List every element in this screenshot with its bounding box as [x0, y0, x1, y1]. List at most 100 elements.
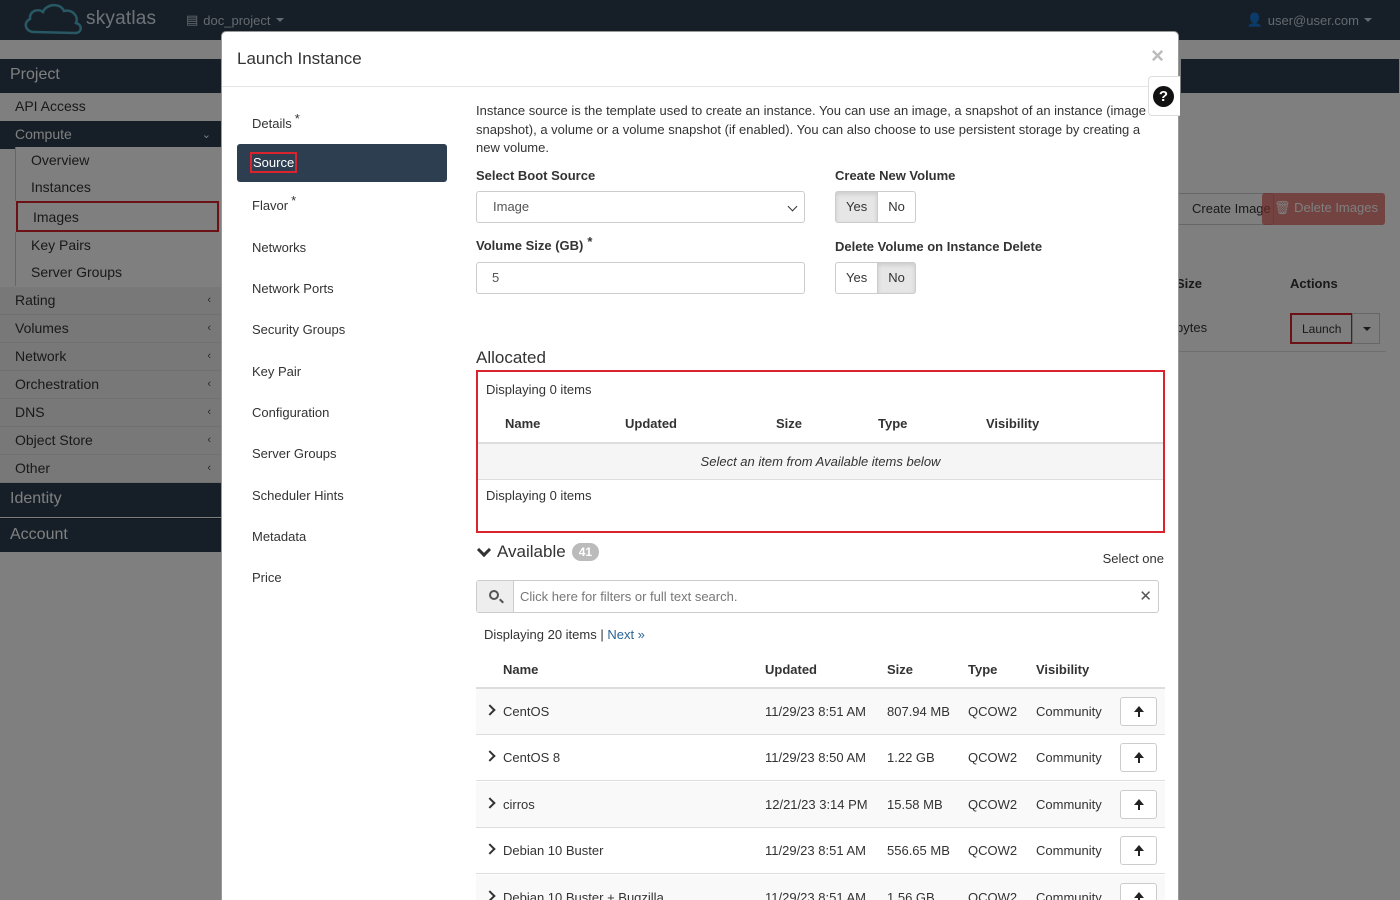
chevron-right-icon[interactable]: [484, 890, 496, 900]
arrow-shaft: [1138, 850, 1140, 856]
available-col-visibility[interactable]: Visibility: [1036, 662, 1089, 677]
wizard-step-source[interactable]: Source: [237, 144, 447, 182]
cell-name: Debian 10 Buster: [503, 843, 604, 858]
chevron-right-icon[interactable]: [484, 797, 496, 809]
chevron-right-icon[interactable]: [484, 750, 496, 762]
available-col-type[interactable]: Type: [968, 662, 997, 677]
cell-name: cirros: [503, 797, 535, 812]
step-label: Source: [250, 152, 298, 173]
table-row[interactable]: CentOS 11/29/23 8:51 AM 807.94 MB QCOW2 …: [476, 689, 1165, 735]
chevron-right-icon[interactable]: [484, 843, 496, 855]
create-volume-label: Create New Volume: [835, 168, 956, 183]
wizard-step-details[interactable]: Details *: [237, 105, 447, 143]
cell-visibility: Community: [1036, 797, 1102, 812]
cell-visibility: Community: [1036, 704, 1102, 719]
table-row[interactable]: cirros 12/21/23 3:14 PM 15.58 MB QCOW2 C…: [476, 782, 1165, 828]
select-value: Image: [493, 199, 530, 214]
chevron-right-icon[interactable]: [484, 704, 496, 716]
allocated-col-type[interactable]: Type: [878, 416, 907, 431]
label-text: Volume Size (GB): [476, 238, 584, 253]
wizard-step-key-pair[interactable]: Key Pair: [237, 353, 447, 391]
allocate-button[interactable]: [1120, 697, 1157, 726]
required-marker: *: [291, 193, 297, 208]
step-label: Network Ports: [252, 281, 334, 296]
modal-header: Launch Instance ×: [222, 32, 1178, 87]
required-marker: *: [294, 111, 300, 126]
available-col-name[interactable]: Name: [503, 662, 538, 677]
cell-updated: 12/21/23 3:14 PM: [765, 797, 868, 812]
available-col-size[interactable]: Size: [887, 662, 913, 677]
allocated-table: Displaying 0 items Name Updated Size Typ…: [476, 370, 1165, 533]
cell-visibility: Community: [1036, 750, 1102, 765]
table-row[interactable]: CentOS 8 11/29/23 8:50 AM 1.22 GB QCOW2 …: [476, 735, 1165, 781]
create-volume-no-button[interactable]: No: [878, 191, 916, 223]
available-title: Available: [497, 542, 566, 561]
available-col-updated[interactable]: Updated: [765, 662, 817, 677]
clear-search-icon[interactable]: ✕: [1139, 587, 1152, 605]
cell-size: 1.22 GB: [887, 750, 935, 765]
cell-updated: 11/29/23 8:51 AM: [765, 843, 866, 858]
table-row[interactable]: Debian 10 Buster 11/29/23 8:51 AM 556.65…: [476, 828, 1165, 874]
step-label: Server Groups: [252, 446, 337, 461]
cell-size: 1.56 GB: [887, 890, 935, 900]
search-addon: [477, 581, 514, 612]
wizard-step-network-ports[interactable]: Network Ports: [237, 270, 447, 308]
allocated-title: Allocated: [476, 348, 546, 367]
allocated-col-name[interactable]: Name: [505, 416, 540, 431]
cell-updated: 11/29/23 8:51 AM: [765, 704, 866, 719]
wizard-step-security-groups[interactable]: Security Groups: [237, 311, 447, 349]
close-icon[interactable]: ×: [1151, 43, 1164, 69]
wizard-step-metadata[interactable]: Metadata: [237, 518, 447, 556]
allocate-button[interactable]: [1120, 790, 1157, 819]
delete-volume-yes-button[interactable]: Yes: [835, 262, 879, 294]
source-description: Instance source is the template used to …: [476, 103, 1146, 155]
available-count-badge: 41: [571, 543, 600, 561]
count-text: Displaying 20 items |: [484, 627, 608, 642]
table-row[interactable]: Debian 10 Buster + Bugzilla 11/29/23 8:5…: [476, 875, 1165, 900]
launch-instance-modal: Launch Instance × ? Details * Source Flav…: [221, 31, 1180, 900]
cell-size: 556.65 MB: [887, 843, 950, 858]
wizard-step-price[interactable]: Price: [237, 559, 447, 597]
allocate-button[interactable]: [1120, 743, 1157, 772]
allocated-col-updated[interactable]: Updated: [625, 416, 677, 431]
create-volume-yes-button[interactable]: Yes: [835, 191, 879, 223]
cell-size: 15.58 MB: [887, 797, 943, 812]
modal-title: Launch Instance: [237, 49, 362, 68]
boot-source-label: Select Boot Source: [476, 168, 596, 183]
wizard-step-networks[interactable]: Networks: [237, 229, 447, 267]
cell-name: Debian 10 Buster + Bugzilla: [503, 890, 664, 900]
cell-visibility: Community: [1036, 890, 1102, 900]
cell-type: QCOW2: [968, 890, 1018, 900]
delete-volume-toggle: Yes No: [835, 262, 916, 294]
allocate-button[interactable]: [1120, 836, 1157, 865]
select-one-hint: Select one: [1102, 551, 1164, 566]
allocate-button[interactable]: [1120, 883, 1157, 900]
cell-type: QCOW2: [968, 750, 1018, 765]
next-page-link[interactable]: Next »: [607, 627, 645, 642]
cell-type: QCOW2: [968, 797, 1018, 812]
required-marker: *: [587, 234, 593, 249]
delete-volume-no-button[interactable]: No: [878, 262, 916, 294]
delete-volume-label: Delete Volume on Instance Delete: [835, 239, 1043, 254]
wizard-step-flavor[interactable]: Flavor *: [237, 187, 447, 225]
allocated-count-bottom: Displaying 0 items: [486, 488, 592, 503]
allocated-col-size[interactable]: Size: [776, 416, 802, 431]
step-label: Key Pair: [252, 364, 302, 379]
cell-name: CentOS: [503, 704, 550, 719]
volume-size-input[interactable]: 5: [476, 262, 805, 294]
cell-name: CentOS 8: [503, 750, 561, 765]
step-label: Scheduler Hints: [252, 488, 344, 503]
step-label: Security Groups: [252, 322, 346, 337]
wizard-step-configuration[interactable]: Configuration: [237, 394, 447, 432]
wizard-step-scheduler-hints[interactable]: Scheduler Hints: [237, 477, 447, 515]
step-label: Flavor: [252, 198, 289, 213]
search-input[interactable]: Click here for filters or full text sear…: [520, 589, 737, 604]
allocated-col-visibility[interactable]: Visibility: [986, 416, 1039, 431]
arrow-shaft: [1138, 711, 1140, 717]
cell-updated: 11/29/23 8:51 AM: [765, 890, 866, 900]
boot-source-select[interactable]: Image: [476, 191, 805, 223]
wizard-step-server-groups[interactable]: Server Groups: [237, 435, 447, 473]
cell-updated: 11/29/23 8:50 AM: [765, 750, 866, 765]
available-toggle[interactable]: Available 41: [476, 542, 600, 562]
available-search: Click here for filters or full text sear…: [476, 580, 1159, 613]
